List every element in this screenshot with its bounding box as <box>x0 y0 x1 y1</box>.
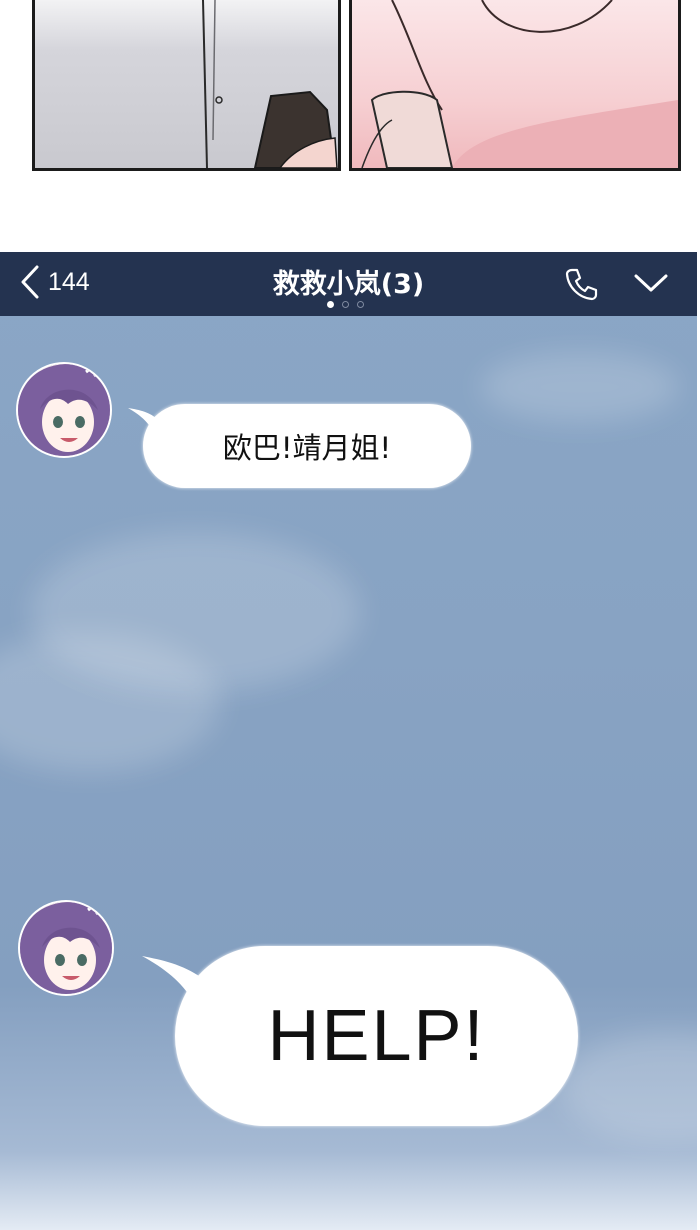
chevron-left-icon <box>21 265 39 299</box>
chevron-down-icon <box>634 274 668 292</box>
page-dot <box>342 301 349 308</box>
comic-panel-right <box>349 0 681 171</box>
page-indicator <box>327 301 364 308</box>
purple-hair-girl-avatar <box>20 902 112 994</box>
comic-panel-left <box>32 0 341 171</box>
avatar[interactable] <box>18 900 114 996</box>
message-bubble: 欧巴!靖月姐! <box>143 404 471 488</box>
back-button[interactable]: 144 <box>20 264 90 300</box>
avatar[interactable] <box>16 362 112 458</box>
cloud <box>560 1032 697 1142</box>
message-bubble: HELP! <box>175 946 578 1126</box>
page-dot <box>327 301 334 308</box>
page-dot <box>357 301 364 308</box>
purple-hair-girl-avatar <box>18 364 110 456</box>
unread-count: 144 <box>48 267 90 296</box>
expand-button[interactable] <box>633 272 669 298</box>
phone-icon <box>565 268 598 301</box>
comic-panel-right-art <box>361 0 678 168</box>
cloud <box>480 352 680 422</box>
comic-panel-left-art <box>202 0 338 168</box>
chat-header: 144 救救小岚(3) <box>0 252 697 316</box>
call-button[interactable] <box>563 266 599 306</box>
chat-screen: 144 救救小岚(3) 欧巴!靖月姐! HELP! <box>0 252 697 1230</box>
comic-panels <box>0 0 700 230</box>
